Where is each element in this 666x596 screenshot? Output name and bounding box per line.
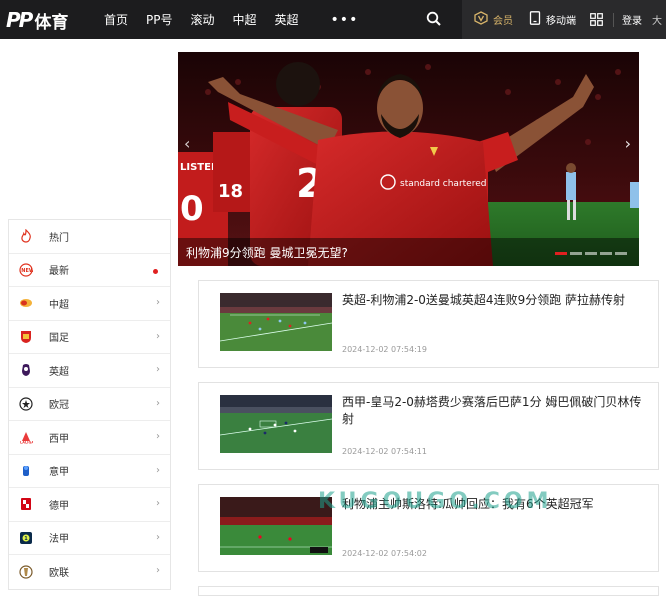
chevron-right-icon: › bbox=[156, 498, 160, 509]
sidebar-item-label: 欧联 bbox=[49, 568, 69, 580]
divider bbox=[613, 12, 614, 27]
china-team-icon bbox=[19, 330, 33, 344]
news-time: 2024-12-02 07:54:19 bbox=[342, 345, 427, 354]
news-time: 2024-12-02 07:54:11 bbox=[342, 447, 427, 456]
unread-dot bbox=[153, 268, 158, 274]
watermark: KUGOUGO.COM bbox=[318, 489, 553, 514]
ligue1-icon: 1 bbox=[19, 531, 33, 545]
sidebar-item-latest[interactable]: NEW 最新 bbox=[9, 254, 170, 287]
serie-a-icon bbox=[19, 464, 33, 478]
sidebar-item-label: 欧冠 bbox=[49, 400, 69, 412]
sidebar-item-hot[interactable]: 热门 bbox=[9, 220, 170, 254]
nav-item-pp[interactable]: PP号 bbox=[146, 11, 172, 28]
logo-mark: PP bbox=[6, 8, 33, 32]
svg-text:1: 1 bbox=[24, 536, 28, 542]
sidebar-item-bundesliga[interactable]: 德甲 › bbox=[9, 488, 170, 522]
fire-icon bbox=[19, 229, 33, 243]
overflow-text[interactable]: 大 bbox=[652, 12, 662, 27]
svg-text:18: 18 bbox=[218, 181, 243, 202]
europa-league-icon bbox=[19, 565, 33, 579]
carousel-dots bbox=[552, 252, 627, 255]
sidebar-item-ligue1[interactable]: 1 法甲 › bbox=[9, 522, 170, 555]
hero-caption[interactable]: 利物浦9分领跑 曼城卫冕无望? bbox=[186, 244, 348, 261]
phone-icon bbox=[529, 11, 541, 28]
chevron-right-icon: › bbox=[156, 431, 160, 442]
carousel-dot[interactable] bbox=[585, 252, 597, 255]
category-sidebar: 热门 NEW 最新 中超 › 国足 › 英超 › 欧冠 › LALIGA 西甲 … bbox=[8, 219, 171, 590]
news-title[interactable]: 西甲-皇马2-0赫塔费少赛落后巴萨1分 姆巴佩破门贝林传射 bbox=[342, 394, 642, 428]
hero-carousel[interactable]: 0 LISTER 18 2 6 standard chartered bbox=[178, 52, 639, 266]
carousel-dot[interactable] bbox=[615, 252, 627, 255]
apps-grid-icon[interactable] bbox=[590, 13, 603, 26]
news-title[interactable]: 英超-利物浦2-0送曼城英超4连败9分领跑 萨拉赫传射 bbox=[342, 292, 642, 309]
sidebar-item-label: 最新 bbox=[49, 266, 69, 278]
nav-item-scroll[interactable]: 滚动 bbox=[191, 11, 215, 28]
new-icon: NEW bbox=[19, 263, 33, 277]
news-card[interactable]: 西甲-皇马2-0赫塔费少赛落后巴萨1分 姆巴佩破门贝林传射 2024-12-02… bbox=[198, 382, 659, 470]
sidebar-item-label: 意甲 bbox=[49, 467, 69, 479]
main-nav: 首页 PP号 滚动 中超 英超 ••• bbox=[104, 0, 358, 39]
chevron-right-icon: › bbox=[156, 330, 160, 342]
sidebar-item-laliga[interactable]: LALIGA 西甲 › bbox=[9, 421, 170, 455]
premier-league-icon bbox=[19, 363, 33, 377]
svg-text:standard chartered: standard chartered bbox=[400, 179, 486, 189]
news-thumbnail[interactable] bbox=[220, 395, 332, 453]
news-thumbnail[interactable] bbox=[220, 497, 332, 555]
mobile-button[interactable]: 移动端 bbox=[529, 11, 576, 28]
sidebar-item-label: 德甲 bbox=[49, 500, 69, 512]
chevron-right-icon: › bbox=[156, 565, 160, 576]
carousel-dot[interactable] bbox=[570, 252, 582, 255]
news-card[interactable]: 英超-利物浦2-0送曼城英超4连败9分领跑 萨拉赫传射 2024-12-02 0… bbox=[198, 280, 659, 368]
sidebar-item-csl[interactable]: 中超 › bbox=[9, 287, 170, 321]
chevron-right-icon: › bbox=[156, 364, 160, 375]
svg-text:LALIGA: LALIGA bbox=[20, 441, 33, 445]
hero-caption-bar: 利物浦9分领跑 曼城卫冕无望? bbox=[178, 238, 639, 266]
laliga-icon: LALIGA bbox=[19, 430, 33, 444]
sidebar-item-label: 西甲 bbox=[49, 433, 69, 445]
nav-more-button[interactable]: ••• bbox=[331, 12, 359, 28]
carousel-prev-icon[interactable]: ‹ bbox=[184, 134, 190, 153]
top-nav-bar: PP 体育 首页 PP号 滚动 中超 英超 ••• 会员 移动端 登录 大 bbox=[0, 0, 666, 39]
sidebar-item-label: 热门 bbox=[49, 232, 69, 244]
vip-button[interactable]: 会员 bbox=[474, 11, 513, 28]
sidebar-item-europa-league[interactable]: 欧联 › bbox=[9, 555, 170, 589]
hero-image: 0 LISTER 18 2 6 standard chartered bbox=[178, 52, 639, 266]
mobile-label: 移动端 bbox=[546, 16, 576, 27]
sidebar-item-label: 英超 bbox=[49, 366, 69, 378]
nav-item-home[interactable]: 首页 bbox=[104, 11, 128, 28]
nav-item-epl[interactable]: 英超 bbox=[275, 11, 299, 28]
chevron-right-icon: › bbox=[156, 297, 160, 308]
carousel-next-icon[interactable]: › bbox=[625, 134, 631, 153]
sidebar-item-china-team[interactable]: 国足 › bbox=[9, 321, 170, 354]
svg-text:0: 0 bbox=[180, 189, 204, 229]
svg-text:NEW: NEW bbox=[21, 268, 33, 274]
bundesliga-icon bbox=[19, 497, 33, 511]
carousel-dot[interactable] bbox=[600, 252, 612, 255]
sidebar-item-label: 中超 bbox=[49, 299, 69, 311]
vip-label: 会员 bbox=[493, 16, 513, 27]
news-time: 2024-12-02 07:54:02 bbox=[342, 549, 427, 558]
site-logo[interactable]: PP 体育 bbox=[6, 8, 69, 33]
vip-icon bbox=[474, 11, 488, 28]
news-card[interactable] bbox=[198, 586, 659, 596]
sidebar-item-serie-a[interactable]: 意甲 › bbox=[9, 455, 170, 488]
logo-text: 体育 bbox=[34, 12, 69, 33]
user-area: 会员 移动端 登录 大 bbox=[462, 0, 666, 39]
sidebar-item-label: 国足 bbox=[49, 333, 69, 345]
sidebar-item-premier-league[interactable]: 英超 › bbox=[9, 354, 170, 388]
sidebar-item-label: 法甲 bbox=[49, 534, 69, 546]
csl-icon bbox=[19, 296, 33, 310]
sidebar-item-champions-league[interactable]: 欧冠 › bbox=[9, 388, 170, 421]
news-thumbnail[interactable] bbox=[220, 293, 332, 351]
login-button[interactable]: 登录 bbox=[622, 12, 642, 27]
search-icon[interactable] bbox=[426, 11, 442, 27]
nav-item-csl[interactable]: 中超 bbox=[233, 11, 257, 28]
chevron-right-icon: › bbox=[156, 531, 160, 543]
carousel-dot-active[interactable] bbox=[555, 252, 567, 255]
champions-league-icon bbox=[19, 397, 33, 411]
chevron-right-icon: › bbox=[156, 464, 160, 476]
chevron-right-icon: › bbox=[156, 397, 160, 409]
